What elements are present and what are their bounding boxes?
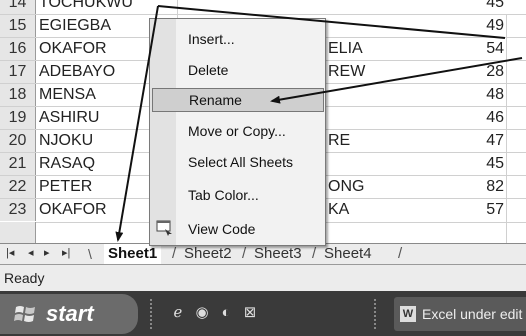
tab-sheet1[interactable]: Sheet1 <box>104 244 162 264</box>
taskbar-item-label: Excel under edit <box>422 306 523 322</box>
toolbar-grip[interactable] <box>150 299 154 329</box>
cell-name-partial[interactable]: RE <box>320 130 428 152</box>
taskbar-item-excel[interactable]: W Excel under edit <box>394 297 526 331</box>
cell-score[interactable]: 57 <box>418 199 506 221</box>
cell-score[interactable]: 28 <box>418 61 506 83</box>
cell-name-partial[interactable]: ONG <box>320 176 428 198</box>
cell-score[interactable]: 46 <box>418 107 506 129</box>
menu-item-label: Insert... <box>188 31 235 47</box>
tab-sheet2[interactable]: Sheet2 <box>184 244 232 264</box>
row-header[interactable]: 17 <box>0 61 36 83</box>
menu-item-label: Rename <box>189 92 242 108</box>
sheet-tab-bar: |◂ ◂ ▸ ▸| \ Sheet1 / Sheet2 / Sheet3 / S… <box>0 243 526 265</box>
cell-score[interactable]: 49 <box>418 15 506 37</box>
menu-item-rename[interactable]: Rename <box>152 88 324 112</box>
table-row[interactable]: 14 TOCHUKWU 45 <box>0 0 526 15</box>
menu-item-label: Move or Copy... <box>188 123 286 139</box>
cell-score[interactable]: 47 <box>418 130 506 152</box>
toolbar-grip[interactable] <box>374 299 378 329</box>
cell-score[interactable]: 54 <box>418 38 506 60</box>
menu-item-view-code[interactable]: View Code <box>152 217 324 241</box>
tab-sheet3[interactable]: Sheet3 <box>254 244 302 264</box>
row-header[interactable] <box>0 222 36 244</box>
row-header[interactable]: 18 <box>0 84 36 106</box>
taskbar: start ℯ ◉ ◐ ⊠ W Excel under edit <box>0 291 526 336</box>
cell-name-partial[interactable] <box>320 107 428 129</box>
menu-item-label: Select All Sheets <box>188 154 294 170</box>
tab-separator: / <box>172 245 177 262</box>
tab-separator: / <box>398 245 403 262</box>
cell-name-partial[interactable]: ELIA <box>320 38 428 60</box>
cell-score[interactable]: 82 <box>418 176 506 198</box>
view-code-icon <box>156 220 172 236</box>
row-header[interactable]: 23 <box>0 199 36 221</box>
tab-separator: / <box>242 245 247 262</box>
first-sheet-icon[interactable]: |◂ <box>6 246 14 259</box>
cell-name-partial[interactable] <box>320 153 428 175</box>
cell-name-partial[interactable] <box>320 15 428 37</box>
menu-item-label: Delete <box>188 62 229 78</box>
outlook-icon[interactable]: ◉ <box>194 305 210 321</box>
menu-item-move-or-copy[interactable]: Move or Copy... <box>152 119 324 143</box>
menu-item-label: Tab Color... <box>188 187 259 203</box>
row-header[interactable]: 20 <box>0 130 36 152</box>
cell-name[interactable]: TOCHUKWU <box>36 0 178 14</box>
start-button[interactable]: start <box>0 294 138 334</box>
cell-name-partial[interactable]: KA <box>320 199 428 221</box>
row-header[interactable]: 21 <box>0 153 36 175</box>
ie-icon[interactable]: ℯ <box>170 305 186 321</box>
tab-sheet4[interactable]: Sheet4 <box>324 244 372 264</box>
row-header[interactable]: 14 <box>0 0 36 14</box>
last-sheet-icon[interactable]: ▸| <box>62 246 70 259</box>
cell-score[interactable]: 45 <box>418 0 506 14</box>
next-sheet-icon[interactable]: ▸ <box>44 246 50 259</box>
menu-item-tab-color[interactable]: Tab Color... <box>152 183 324 207</box>
cell-score[interactable]: 45 <box>418 153 506 175</box>
media-icon[interactable]: ◐ <box>218 305 234 321</box>
status-text: Ready <box>4 270 45 286</box>
prev-sheet-icon[interactable]: ◂ <box>28 246 34 259</box>
menu-item-select-all-sheets[interactable]: Select All Sheets <box>152 150 324 174</box>
word-doc-icon: W <box>400 306 416 322</box>
row-header[interactable]: 22 <box>0 176 36 198</box>
start-label: start <box>46 301 94 326</box>
menu-item-insert[interactable]: Insert... <box>152 27 324 51</box>
row-header[interactable]: 16 <box>0 38 36 60</box>
desktop-icon[interactable]: ⊠ <box>242 305 258 321</box>
row-header[interactable]: 15 <box>0 15 36 37</box>
cell-name-partial[interactable] <box>320 0 428 14</box>
cell-score[interactable]: 48 <box>418 84 506 106</box>
row-header[interactable]: 19 <box>0 107 36 129</box>
windows-logo-icon <box>14 306 35 322</box>
menu-item-label: View Code <box>188 221 256 237</box>
menu-item-delete[interactable]: Delete <box>152 58 324 82</box>
status-bar: Ready <box>0 265 526 291</box>
cell-name-partial[interactable] <box>320 84 428 106</box>
sheet-tab-context-menu: Insert... Delete Rename Move or Copy... … <box>149 18 326 246</box>
tab-separator: \ <box>88 246 92 262</box>
tab-separator: / <box>312 245 317 262</box>
cell-name-partial[interactable]: REW <box>320 61 428 83</box>
